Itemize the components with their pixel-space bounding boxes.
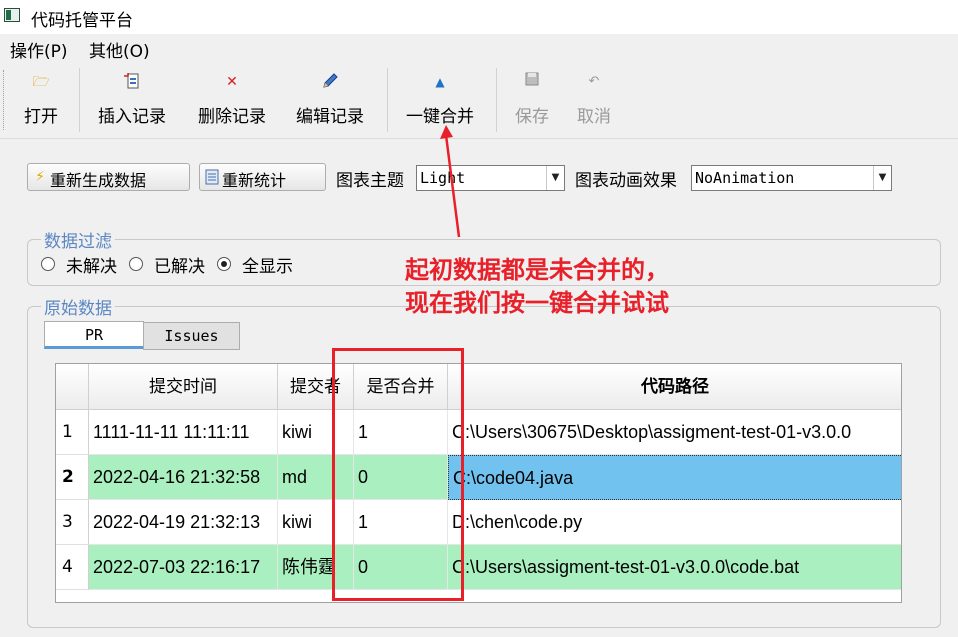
annotation-note: 起初数据都是未合并的， 现在我们按一键合并试试 bbox=[405, 254, 669, 320]
data-table: 提交时间 提交者 是否合并 代码路径 1 1111-11-11 11:11:11… bbox=[55, 363, 902, 603]
table-cell-time[interactable]: 2022-07-03 22:16:17 bbox=[89, 545, 278, 590]
chart-theme-select[interactable]: Light ▼ bbox=[416, 165, 565, 191]
toolbar-grip[interactable] bbox=[3, 70, 6, 130]
restatistics-label: 重新统计 bbox=[222, 171, 287, 190]
insert-record-icon bbox=[122, 72, 142, 92]
toolbar-separator bbox=[79, 68, 80, 132]
annotation-line-1: 起初数据都是未合并的， bbox=[405, 256, 669, 284]
undo-icon: ↶ bbox=[588, 74, 600, 89]
radio-show-all[interactable] bbox=[217, 257, 231, 271]
title-bar: 代码托管平台 bbox=[0, 0, 958, 34]
raw-data-title: 原始数据 bbox=[41, 294, 115, 319]
table-cell-time[interactable]: 2022-04-19 21:32:13 bbox=[89, 500, 278, 545]
annotation-highlight-box bbox=[332, 348, 464, 601]
window-title: 代码托管平台 bbox=[31, 11, 133, 31]
radio-show-all-label[interactable]: 全显示 bbox=[242, 252, 293, 277]
column-header-code-path[interactable]: 代码路径 bbox=[448, 364, 901, 410]
radio-resolved[interactable] bbox=[129, 257, 143, 271]
merge-up-arrow-icon: ▲ bbox=[435, 75, 445, 89]
menu-operation[interactable]: 操作(P) bbox=[10, 37, 68, 62]
radio-unresolved-label[interactable]: 未解决 bbox=[66, 252, 117, 277]
save-button[interactable]: 保存 bbox=[508, 62, 556, 136]
lightning-icon: ⚡ bbox=[35, 169, 45, 185]
save-label: 保存 bbox=[515, 107, 549, 127]
row-header[interactable]: 3 bbox=[56, 500, 89, 545]
open-label: 打开 bbox=[24, 107, 58, 127]
table-cell-time[interactable]: 1111-11-11 11:11:11 bbox=[89, 410, 278, 455]
table-cell-path[interactable]: C:\Users\assigment-test-01-v3.0.0\code.b… bbox=[448, 545, 901, 590]
row-header[interactable]: 4 bbox=[56, 545, 89, 590]
regenerate-data-button[interactable]: ⚡ 重新生成数据 bbox=[27, 163, 190, 191]
tab-issues[interactable]: Issues bbox=[143, 322, 240, 350]
annotation-arrow bbox=[440, 125, 461, 238]
table-cell-path-selected[interactable]: C:\code04.java bbox=[448, 455, 901, 500]
row-header[interactable]: 2 bbox=[56, 455, 89, 500]
toolbar-separator bbox=[387, 68, 388, 132]
data-filter-title: 数据过滤 bbox=[41, 227, 115, 252]
chart-animation-select[interactable]: NoAnimation ▼ bbox=[691, 165, 892, 191]
radio-unresolved[interactable] bbox=[41, 257, 55, 271]
merge-label: 一键合并 bbox=[406, 107, 474, 127]
edit-record-label: 编辑记录 bbox=[296, 107, 364, 127]
open-button[interactable]: 🗁 打开 bbox=[14, 62, 68, 136]
annotation-line-2: 现在我们按一键合并试试 bbox=[405, 289, 669, 317]
menu-bar: 操作(P) 其他(O) bbox=[0, 34, 958, 62]
chart-animation-value: NoAnimation bbox=[695, 169, 795, 187]
chevron-down-icon[interactable]: ▼ bbox=[873, 166, 891, 190]
restatistics-button[interactable]: 重新统计 bbox=[199, 163, 326, 191]
table-cell-path[interactable]: C:\Users\30675\Desktop\assigment-test-01… bbox=[448, 410, 901, 455]
statistics-sheet-icon bbox=[205, 169, 219, 185]
edit-pen-icon bbox=[320, 72, 340, 92]
cancel-label: 取消 bbox=[577, 107, 611, 127]
folder-open-icon: 🗁 bbox=[32, 74, 50, 90]
app-icon bbox=[4, 8, 20, 22]
chart-animation-label: 图表动画效果 bbox=[575, 171, 677, 191]
tab-pr[interactable]: PR bbox=[44, 321, 144, 349]
table-corner[interactable] bbox=[56, 364, 89, 410]
insert-record-button[interactable]: 插入记录 bbox=[90, 62, 174, 136]
column-header-time[interactable]: 提交时间 bbox=[89, 364, 278, 410]
row-header[interactable]: 1 bbox=[56, 410, 89, 455]
insert-record-label: 插入记录 bbox=[98, 107, 166, 127]
chevron-down-icon[interactable]: ▼ bbox=[546, 166, 564, 190]
chart-theme-label: 图表主题 bbox=[336, 171, 404, 191]
cancel-button[interactable]: ↶ 取消 bbox=[570, 62, 618, 136]
regenerate-data-label: 重新生成数据 bbox=[50, 171, 147, 190]
radio-resolved-label[interactable]: 已解决 bbox=[154, 252, 205, 277]
save-disk-icon bbox=[522, 72, 542, 92]
toolbar: 🗁 打开 插入记录 ✕ 删除记录 编辑记录 ▲ 一键合并 保存 ↶ 取消 bbox=[0, 62, 958, 139]
delete-x-icon: ✕ bbox=[226, 74, 238, 90]
menu-other[interactable]: 其他(O) bbox=[89, 37, 150, 62]
table-cell-time[interactable]: 2022-04-16 21:32:58 bbox=[89, 455, 278, 500]
edit-record-button[interactable]: 编辑记录 bbox=[288, 62, 372, 136]
table-cell-path[interactable]: D:\chen\code.py bbox=[448, 500, 901, 545]
delete-record-button[interactable]: ✕ 删除记录 bbox=[190, 62, 274, 136]
delete-record-label: 删除记录 bbox=[198, 107, 266, 127]
toolbar-separator bbox=[496, 68, 497, 132]
